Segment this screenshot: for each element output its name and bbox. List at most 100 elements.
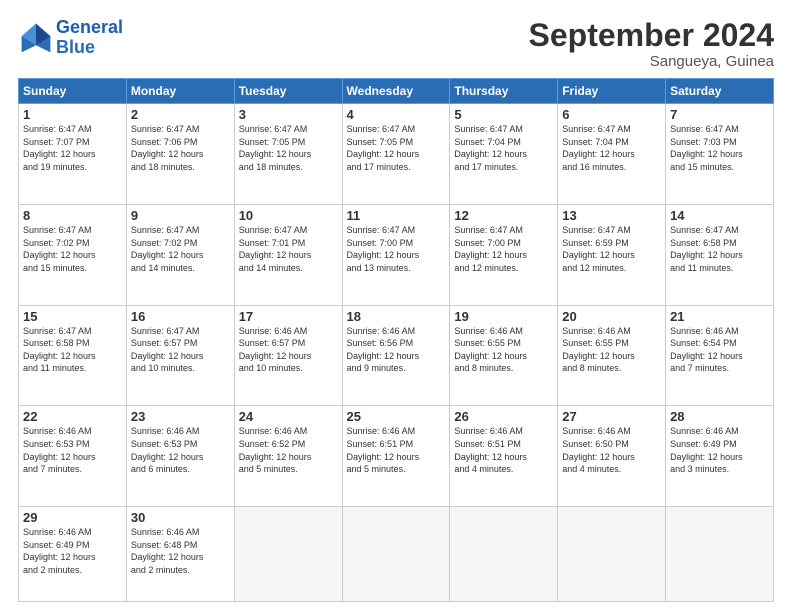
day-info: Sunrise: 6:47 AM Sunset: 7:04 PM Dayligh… bbox=[562, 123, 661, 173]
day-10: 10Sunrise: 6:47 AM Sunset: 7:01 PM Dayli… bbox=[234, 204, 342, 305]
empty-cell bbox=[558, 507, 666, 602]
logo-icon bbox=[18, 20, 54, 56]
day-number: 30 bbox=[131, 510, 230, 525]
day-number: 24 bbox=[239, 409, 338, 424]
day-20: 20Sunrise: 6:46 AM Sunset: 6:55 PM Dayli… bbox=[558, 305, 666, 406]
week-row-1: 1Sunrise: 6:47 AM Sunset: 7:07 PM Daylig… bbox=[19, 104, 774, 205]
day-7: 7Sunrise: 6:47 AM Sunset: 7:03 PM Daylig… bbox=[666, 104, 774, 205]
day-info: Sunrise: 6:46 AM Sunset: 6:55 PM Dayligh… bbox=[562, 325, 661, 375]
day-number: 28 bbox=[670, 409, 769, 424]
day-28: 28Sunrise: 6:46 AM Sunset: 6:49 PM Dayli… bbox=[666, 406, 774, 507]
day-info: Sunrise: 6:46 AM Sunset: 6:51 PM Dayligh… bbox=[454, 425, 553, 475]
day-number: 20 bbox=[562, 309, 661, 324]
day-info: Sunrise: 6:47 AM Sunset: 7:06 PM Dayligh… bbox=[131, 123, 230, 173]
empty-cell bbox=[450, 507, 558, 602]
day-info: Sunrise: 6:47 AM Sunset: 7:05 PM Dayligh… bbox=[347, 123, 446, 173]
day-12: 12Sunrise: 6:47 AM Sunset: 7:00 PM Dayli… bbox=[450, 204, 558, 305]
day-1: 1Sunrise: 6:47 AM Sunset: 7:07 PM Daylig… bbox=[19, 104, 127, 205]
day-info: Sunrise: 6:46 AM Sunset: 6:53 PM Dayligh… bbox=[23, 425, 122, 475]
day-number: 19 bbox=[454, 309, 553, 324]
weekday-wednesday: Wednesday bbox=[342, 79, 450, 104]
weekday-friday: Friday bbox=[558, 79, 666, 104]
location: Sangueya, Guinea bbox=[529, 53, 774, 70]
day-24: 24Sunrise: 6:46 AM Sunset: 6:52 PM Dayli… bbox=[234, 406, 342, 507]
day-number: 15 bbox=[23, 309, 122, 324]
day-number: 11 bbox=[347, 208, 446, 223]
day-8: 8Sunrise: 6:47 AM Sunset: 7:02 PM Daylig… bbox=[19, 204, 127, 305]
weekday-header-row: SundayMondayTuesdayWednesdayThursdayFrid… bbox=[19, 79, 774, 104]
day-number: 25 bbox=[347, 409, 446, 424]
day-number: 1 bbox=[23, 107, 122, 122]
day-number: 8 bbox=[23, 208, 122, 223]
day-info: Sunrise: 6:46 AM Sunset: 6:56 PM Dayligh… bbox=[347, 325, 446, 375]
empty-cell bbox=[342, 507, 450, 602]
day-info: Sunrise: 6:47 AM Sunset: 7:01 PM Dayligh… bbox=[239, 224, 338, 274]
weekday-monday: Monday bbox=[126, 79, 234, 104]
day-info: Sunrise: 6:46 AM Sunset: 6:51 PM Dayligh… bbox=[347, 425, 446, 475]
weekday-thursday: Thursday bbox=[450, 79, 558, 104]
day-19: 19Sunrise: 6:46 AM Sunset: 6:55 PM Dayli… bbox=[450, 305, 558, 406]
day-number: 7 bbox=[670, 107, 769, 122]
day-3: 3Sunrise: 6:47 AM Sunset: 7:05 PM Daylig… bbox=[234, 104, 342, 205]
day-info: Sunrise: 6:47 AM Sunset: 7:00 PM Dayligh… bbox=[347, 224, 446, 274]
day-info: Sunrise: 6:47 AM Sunset: 7:02 PM Dayligh… bbox=[131, 224, 230, 274]
day-number: 9 bbox=[131, 208, 230, 223]
calendar-table: SundayMondayTuesdayWednesdayThursdayFrid… bbox=[18, 78, 774, 602]
day-info: Sunrise: 6:46 AM Sunset: 6:57 PM Dayligh… bbox=[239, 325, 338, 375]
day-number: 4 bbox=[347, 107, 446, 122]
day-number: 27 bbox=[562, 409, 661, 424]
title-block: September 2024 Sangueya, Guinea bbox=[529, 18, 774, 70]
day-number: 10 bbox=[239, 208, 338, 223]
weekday-sunday: Sunday bbox=[19, 79, 127, 104]
week-row-3: 15Sunrise: 6:47 AM Sunset: 6:58 PM Dayli… bbox=[19, 305, 774, 406]
day-number: 2 bbox=[131, 107, 230, 122]
day-info: Sunrise: 6:47 AM Sunset: 6:58 PM Dayligh… bbox=[23, 325, 122, 375]
day-6: 6Sunrise: 6:47 AM Sunset: 7:04 PM Daylig… bbox=[558, 104, 666, 205]
logo-text: General Blue bbox=[56, 18, 123, 58]
day-number: 12 bbox=[454, 208, 553, 223]
week-row-4: 22Sunrise: 6:46 AM Sunset: 6:53 PM Dayli… bbox=[19, 406, 774, 507]
day-30: 30Sunrise: 6:46 AM Sunset: 6:48 PM Dayli… bbox=[126, 507, 234, 602]
day-number: 6 bbox=[562, 107, 661, 122]
day-info: Sunrise: 6:47 AM Sunset: 7:04 PM Dayligh… bbox=[454, 123, 553, 173]
day-14: 14Sunrise: 6:47 AM Sunset: 6:58 PM Dayli… bbox=[666, 204, 774, 305]
header: General Blue September 2024 Sangueya, Gu… bbox=[18, 18, 774, 70]
day-info: Sunrise: 6:47 AM Sunset: 6:59 PM Dayligh… bbox=[562, 224, 661, 274]
day-number: 3 bbox=[239, 107, 338, 122]
day-25: 25Sunrise: 6:46 AM Sunset: 6:51 PM Dayli… bbox=[342, 406, 450, 507]
day-info: Sunrise: 6:46 AM Sunset: 6:55 PM Dayligh… bbox=[454, 325, 553, 375]
day-11: 11Sunrise: 6:47 AM Sunset: 7:00 PM Dayli… bbox=[342, 204, 450, 305]
day-15: 15Sunrise: 6:47 AM Sunset: 6:58 PM Dayli… bbox=[19, 305, 127, 406]
day-9: 9Sunrise: 6:47 AM Sunset: 7:02 PM Daylig… bbox=[126, 204, 234, 305]
logo: General Blue bbox=[18, 18, 123, 58]
day-info: Sunrise: 6:46 AM Sunset: 6:50 PM Dayligh… bbox=[562, 425, 661, 475]
day-info: Sunrise: 6:47 AM Sunset: 6:58 PM Dayligh… bbox=[670, 224, 769, 274]
day-number: 29 bbox=[23, 510, 122, 525]
month-title: September 2024 bbox=[529, 18, 774, 53]
day-info: Sunrise: 6:47 AM Sunset: 7:03 PM Dayligh… bbox=[670, 123, 769, 173]
logo-blue: Blue bbox=[56, 37, 95, 57]
day-2: 2Sunrise: 6:47 AM Sunset: 7:06 PM Daylig… bbox=[126, 104, 234, 205]
day-number: 22 bbox=[23, 409, 122, 424]
day-17: 17Sunrise: 6:46 AM Sunset: 6:57 PM Dayli… bbox=[234, 305, 342, 406]
week-row-2: 8Sunrise: 6:47 AM Sunset: 7:02 PM Daylig… bbox=[19, 204, 774, 305]
day-27: 27Sunrise: 6:46 AM Sunset: 6:50 PM Dayli… bbox=[558, 406, 666, 507]
day-number: 14 bbox=[670, 208, 769, 223]
day-info: Sunrise: 6:47 AM Sunset: 6:57 PM Dayligh… bbox=[131, 325, 230, 375]
day-21: 21Sunrise: 6:46 AM Sunset: 6:54 PM Dayli… bbox=[666, 305, 774, 406]
day-info: Sunrise: 6:46 AM Sunset: 6:53 PM Dayligh… bbox=[131, 425, 230, 475]
day-29: 29Sunrise: 6:46 AM Sunset: 6:49 PM Dayli… bbox=[19, 507, 127, 602]
logo-general: General bbox=[56, 17, 123, 37]
day-info: Sunrise: 6:47 AM Sunset: 7:05 PM Dayligh… bbox=[239, 123, 338, 173]
day-13: 13Sunrise: 6:47 AM Sunset: 6:59 PM Dayli… bbox=[558, 204, 666, 305]
day-number: 26 bbox=[454, 409, 553, 424]
day-number: 17 bbox=[239, 309, 338, 324]
weekday-saturday: Saturday bbox=[666, 79, 774, 104]
empty-cell bbox=[666, 507, 774, 602]
day-info: Sunrise: 6:47 AM Sunset: 7:02 PM Dayligh… bbox=[23, 224, 122, 274]
day-info: Sunrise: 6:46 AM Sunset: 6:49 PM Dayligh… bbox=[23, 526, 122, 576]
day-info: Sunrise: 6:46 AM Sunset: 6:48 PM Dayligh… bbox=[131, 526, 230, 576]
empty-cell bbox=[234, 507, 342, 602]
page: General Blue September 2024 Sangueya, Gu… bbox=[0, 0, 792, 612]
day-number: 16 bbox=[131, 309, 230, 324]
